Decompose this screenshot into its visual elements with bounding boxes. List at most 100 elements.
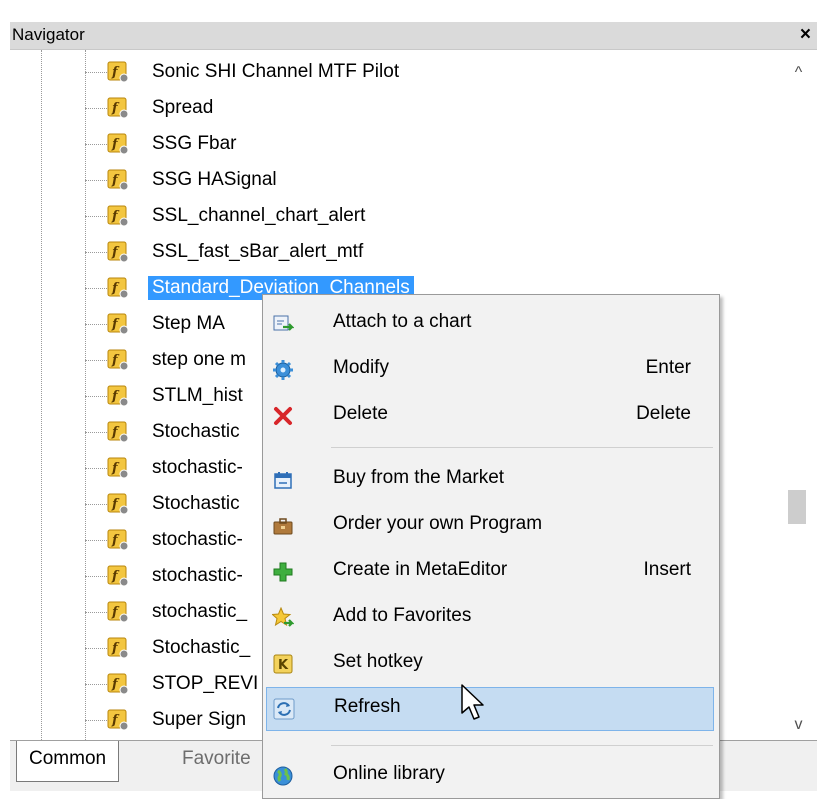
tree-connector	[85, 252, 107, 253]
navigator-title: Navigator	[12, 25, 85, 44]
gear-icon	[273, 360, 293, 380]
tree-connector	[85, 468, 107, 469]
tree-connector	[85, 504, 107, 505]
tree-connector	[85, 144, 107, 145]
custom-indicator-icon: f	[107, 241, 129, 263]
menu-item-online-library[interactable]: Online library	[263, 755, 719, 795]
custom-indicator-icon: f	[107, 349, 129, 371]
tab-common[interactable]: Common	[16, 741, 120, 782]
tree-connector	[85, 612, 107, 613]
refresh-icon	[273, 698, 295, 720]
tree-item-label: SSL_channel_chart_alert	[152, 205, 366, 226]
custom-indicator-icon: f	[107, 97, 129, 119]
scroll-up-icon[interactable]: ^	[780, 64, 817, 82]
context-menu: Attach to a chart Modify Enter Delete De…	[262, 294, 720, 799]
tree-item-label: Spread	[152, 97, 214, 118]
menu-item-set-hotkey[interactable]: K Set hotkey	[263, 643, 719, 683]
tree-item[interactable]: f SSL_channel_chart_alert	[10, 198, 780, 234]
tree-item-label: STLM_hist	[152, 385, 243, 406]
tree-connector	[85, 180, 107, 181]
scrollbar-thumb[interactable]	[788, 490, 806, 524]
menu-item-shortcut: Delete	[636, 403, 691, 424]
custom-indicator-icon: f	[107, 385, 129, 407]
tree-item-label: stochastic-	[152, 529, 243, 550]
tree-item-label: STOP_REVI	[152, 673, 259, 694]
menu-item-buy-from-market[interactable]: Buy from the Market	[263, 459, 719, 499]
menu-item-label: Online library	[333, 763, 445, 784]
menu-item-label: Buy from the Market	[333, 467, 505, 488]
tree-connector	[85, 576, 107, 577]
market-icon	[274, 472, 292, 489]
menu-item-delete[interactable]: Delete Delete	[263, 395, 719, 435]
custom-indicator-icon: f	[107, 169, 129, 191]
tree-item-label: Stochastic_	[152, 637, 251, 658]
tree-connector	[85, 432, 107, 433]
custom-indicator-icon: f	[107, 637, 129, 659]
tree-item-label: Step MA	[152, 313, 225, 334]
tree-item[interactable]: f Spread	[10, 90, 780, 126]
custom-indicator-icon: f	[107, 277, 129, 299]
menu-item-refresh[interactable]: Refresh	[266, 687, 714, 731]
tree-item[interactable]: f SSL_fast_sBar_alert_mtf	[10, 234, 780, 270]
tree-connector	[85, 684, 107, 685]
tree-item-label: stochastic-	[152, 457, 243, 478]
menu-item-add-to-favorites[interactable]: Add to Favorites	[263, 597, 719, 637]
tree-connector	[85, 324, 107, 325]
menu-item-shortcut: Insert	[643, 559, 691, 580]
hotkey-icon: K	[273, 654, 293, 674]
svg-text:K: K	[278, 658, 289, 673]
menu-item-create-in-metaeditor[interactable]: Create in MetaEditor Insert	[263, 551, 719, 591]
tree-item-label: step one m	[152, 349, 246, 370]
tree-connector	[85, 288, 107, 289]
custom-indicator-icon: f	[107, 313, 129, 335]
close-icon[interactable]: ×	[800, 24, 811, 46]
menu-separator	[331, 745, 713, 746]
vertical-scrollbar[interactable]: ^ v	[780, 50, 817, 740]
menu-item-order-program[interactable]: Order your own Program	[263, 505, 719, 545]
tree-item[interactable]: f SSG Fbar	[10, 126, 780, 162]
tree-item-label: SSG Fbar	[152, 133, 237, 154]
custom-indicator-icon: f	[107, 421, 129, 443]
menu-item-label: Delete	[333, 403, 388, 424]
custom-indicator-icon: f	[107, 493, 129, 515]
custom-indicator-icon: f	[107, 205, 129, 227]
scroll-down-icon[interactable]: v	[780, 716, 817, 734]
tree-connector	[85, 720, 107, 721]
mouse-cursor-icon	[461, 684, 484, 720]
menu-item-label: Modify	[333, 357, 389, 378]
menu-item-label: Add to Favorites	[333, 605, 472, 626]
navigator-title-bar: Navigator ×	[10, 22, 817, 50]
tree-item-label: Stochastic	[152, 493, 240, 514]
tree-connector	[85, 216, 107, 217]
tree-item-label: stochastic-	[152, 565, 243, 586]
menu-item-label: Create in MetaEditor	[333, 559, 508, 580]
tree-item[interactable]: f Sonic SHI Channel MTF Pilot	[10, 54, 780, 90]
tree-connector	[85, 648, 107, 649]
tree-connector	[85, 360, 107, 361]
tree-item-label: SSL_fast_sBar_alert_mtf	[152, 241, 364, 262]
menu-item-label: Attach to a chart	[333, 311, 472, 332]
tab-favorites[interactable]: Favorite	[170, 741, 263, 781]
tree-item-label: Super Sign	[152, 709, 247, 730]
tree-connector	[85, 108, 107, 109]
custom-indicator-icon: f	[107, 457, 129, 479]
menu-item-label: Order your own Program	[333, 513, 543, 534]
custom-indicator-icon: f	[107, 709, 129, 731]
menu-item-attach-to-chart[interactable]: Attach to a chart	[263, 303, 719, 343]
menu-item-modify[interactable]: Modify Enter	[263, 349, 719, 389]
plus-icon	[273, 562, 293, 582]
tree-item-label: stochastic_	[152, 601, 248, 622]
favorite-star-icon	[272, 607, 294, 627]
tree-item[interactable]: f SSG HASignal	[10, 162, 780, 198]
menu-separator	[331, 447, 713, 448]
custom-indicator-icon: f	[107, 601, 129, 623]
briefcase-icon	[273, 518, 293, 535]
globe-icon	[273, 766, 293, 786]
attach-chart-icon	[273, 315, 294, 331]
custom-indicator-icon: f	[107, 133, 129, 155]
menu-item-label: Refresh	[334, 696, 401, 717]
custom-indicator-icon: f	[107, 61, 129, 83]
tree-item-label: Sonic SHI Channel MTF Pilot	[152, 61, 400, 82]
custom-indicator-icon: f	[107, 673, 129, 695]
menu-item-shortcut: Enter	[645, 357, 691, 378]
